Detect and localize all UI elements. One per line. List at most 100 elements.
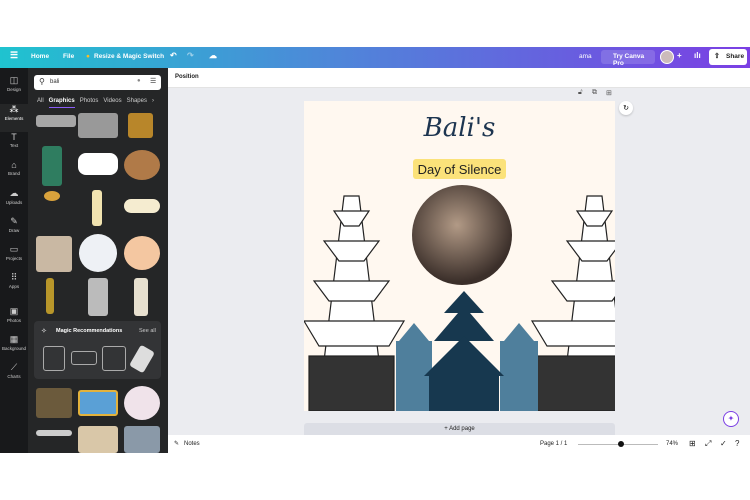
recommendation-thumbnail[interactable] — [129, 344, 155, 374]
rail-label: Uploads — [5, 200, 23, 205]
graphic-thumbnail[interactable] — [78, 426, 118, 453]
insights-icon[interactable]: ılı — [694, 51, 701, 60]
add-page-icon[interactable]: ⊞ — [606, 89, 612, 97]
cloud-save-icon: ☁ — [209, 51, 217, 60]
see-all-link[interactable]: See all — [139, 328, 156, 334]
page-indicator[interactable]: Page 1 / 1 — [540, 441, 567, 447]
tab-shapes[interactable]: Shapes — [127, 98, 147, 108]
help-icon[interactable]: ? — [735, 439, 739, 448]
graphic-thumbnail[interactable] — [88, 278, 108, 316]
position-button[interactable]: Position — [175, 74, 199, 80]
rail-apps[interactable]: ⠿ Apps — [0, 272, 28, 289]
clear-icon[interactable]: ● — [137, 78, 141, 84]
graphic-thumbnail[interactable] — [124, 386, 160, 420]
share-icon: ⇧ — [714, 53, 720, 60]
add-page-button[interactable]: + Add page — [304, 423, 615, 435]
tab-videos[interactable]: Videos — [103, 98, 121, 108]
graphic-thumbnail[interactable] — [78, 113, 118, 138]
add-user-icon[interactable]: + — [677, 51, 682, 60]
top-bar: ☰ Home File ● Resize & Magic Switch ↶ ↷ … — [0, 47, 750, 68]
graphic-thumbnail[interactable] — [92, 190, 102, 226]
rail-label: Draw — [8, 228, 20, 233]
left-pagoda — [304, 195, 406, 411]
sparkle-icon: ✧ — [41, 328, 47, 335]
graphic-thumbnail[interactable] — [79, 234, 117, 272]
graphic-thumbnail[interactable] — [36, 388, 72, 418]
photo-icon: ▣ — [9, 306, 19, 316]
redo-icon[interactable]: ↷ — [187, 51, 194, 60]
avatar[interactable] — [660, 50, 674, 64]
graphic-thumbnail[interactable] — [44, 191, 60, 201]
chart-icon: ⟋ — [10, 362, 18, 372]
home-button[interactable]: Home — [31, 53, 49, 60]
try-pro-button[interactable]: Try Canva Pro — [601, 50, 655, 67]
graphic-thumbnail[interactable] — [124, 236, 160, 270]
recommendation-thumbnail[interactable] — [43, 346, 65, 371]
duplicate-icon[interactable]: ⧉ — [592, 89, 597, 97]
refresh-icon[interactable]: ↻ — [619, 101, 633, 115]
rail-brand[interactable]: ⌂ Brand — [0, 160, 28, 176]
rail-background[interactable]: ▦ Background — [0, 334, 28, 351]
graphic-thumbnail[interactable] — [36, 236, 72, 272]
graphic-thumbnail[interactable] — [78, 390, 118, 416]
tab-graphics[interactable]: Graphics — [48, 98, 75, 108]
check-icon[interactable]: ✓ — [720, 439, 727, 448]
magic-title: Magic Recommendations — [56, 328, 123, 334]
notes-button[interactable]: Notes — [184, 441, 200, 447]
tab-photos[interactable]: Photos — [80, 98, 99, 108]
graphic-thumbnail[interactable] — [42, 146, 62, 186]
user-name: ama — [579, 53, 592, 60]
graphic-thumbnail[interactable] — [128, 113, 153, 138]
folder-icon: ▭ — [9, 244, 19, 254]
graphic-thumbnail[interactable] — [36, 430, 72, 436]
brand-icon: ⌂ — [11, 160, 17, 170]
rail-label: Apps — [8, 284, 20, 289]
fullscreen-icon[interactable]: ⤢ — [705, 439, 711, 449]
file-menu[interactable]: File — [63, 53, 74, 60]
menu-icon[interactable]: ☰ — [10, 50, 18, 61]
design-page[interactable]: Bali's Day of Silence — [304, 101, 615, 411]
recommendation-thumbnail[interactable] — [102, 346, 126, 371]
rail-text[interactable]: T Text — [0, 132, 28, 148]
rail-charts[interactable]: ⟋ Charts — [0, 362, 28, 379]
graphic-thumbnail[interactable] — [124, 199, 160, 213]
graphic-thumbnail[interactable] — [46, 278, 54, 314]
rail-draw[interactable]: ✎ Draw — [0, 216, 28, 233]
rail-label: Brand — [7, 171, 20, 176]
layout-icon: ◫ — [9, 75, 19, 85]
background-icon: ▦ — [9, 334, 19, 344]
chevron-right-icon[interactable]: › — [152, 98, 154, 108]
magic-recommendations: ✧ Magic Recommendations See all — [34, 321, 161, 379]
text-icon: T — [11, 132, 17, 142]
zoom-slider-handle[interactable] — [618, 441, 624, 447]
tab-all[interactable]: All — [37, 98, 44, 108]
rail-label: Projects — [5, 256, 23, 261]
graphic-thumbnail[interactable] — [124, 426, 160, 453]
undo-icon[interactable]: ↶ — [170, 51, 177, 60]
elements-panel: bali ⚲ ● ☰ All Graphics Photos Videos Sh… — [28, 68, 168, 453]
rail-label: Background — [1, 346, 27, 351]
side-rail: ◫ Design ⁂ Elements T Text ⌂ Brand ☁ Uploads … — [0, 68, 28, 453]
rail-projects[interactable]: ▭ Projects — [0, 244, 28, 261]
magic-assistant-icon[interactable]: ✦ — [723, 411, 739, 427]
rail-elements[interactable]: ⁂ Elements — [0, 104, 28, 121]
recommendation-thumbnail[interactable] — [71, 351, 97, 365]
rail-photos[interactable]: ▣ Photos — [0, 306, 28, 323]
graphic-thumbnail[interactable] — [78, 153, 118, 175]
crown-icon: ● — [86, 53, 90, 60]
filter-icon[interactable]: ☰ — [150, 77, 156, 85]
rail-uploads[interactable]: ☁ Uploads — [0, 188, 28, 205]
zoom-level[interactable]: 74% — [666, 441, 678, 447]
lock-icon[interactable]: 🔓︎ — [578, 89, 583, 97]
notes-icon: ✎ — [174, 441, 180, 447]
graphic-thumbnail[interactable] — [134, 278, 148, 316]
bottom-bar: ✎ Notes Page 1 / 1 74% ⊞ ⤢ ✓ ? — [168, 435, 750, 453]
resize-button[interactable]: Resize & Magic Switch — [94, 53, 164, 60]
graphic-thumbnail[interactable] — [36, 115, 76, 127]
rail-label: Text — [9, 143, 19, 148]
pagoda-illustrations — [304, 195, 615, 411]
rail-design[interactable]: ◫ Design — [0, 75, 28, 92]
graphic-thumbnail[interactable] — [124, 150, 160, 180]
search-input[interactable]: bali — [34, 75, 161, 90]
grid-view-icon[interactable]: ⊞ — [689, 439, 696, 448]
